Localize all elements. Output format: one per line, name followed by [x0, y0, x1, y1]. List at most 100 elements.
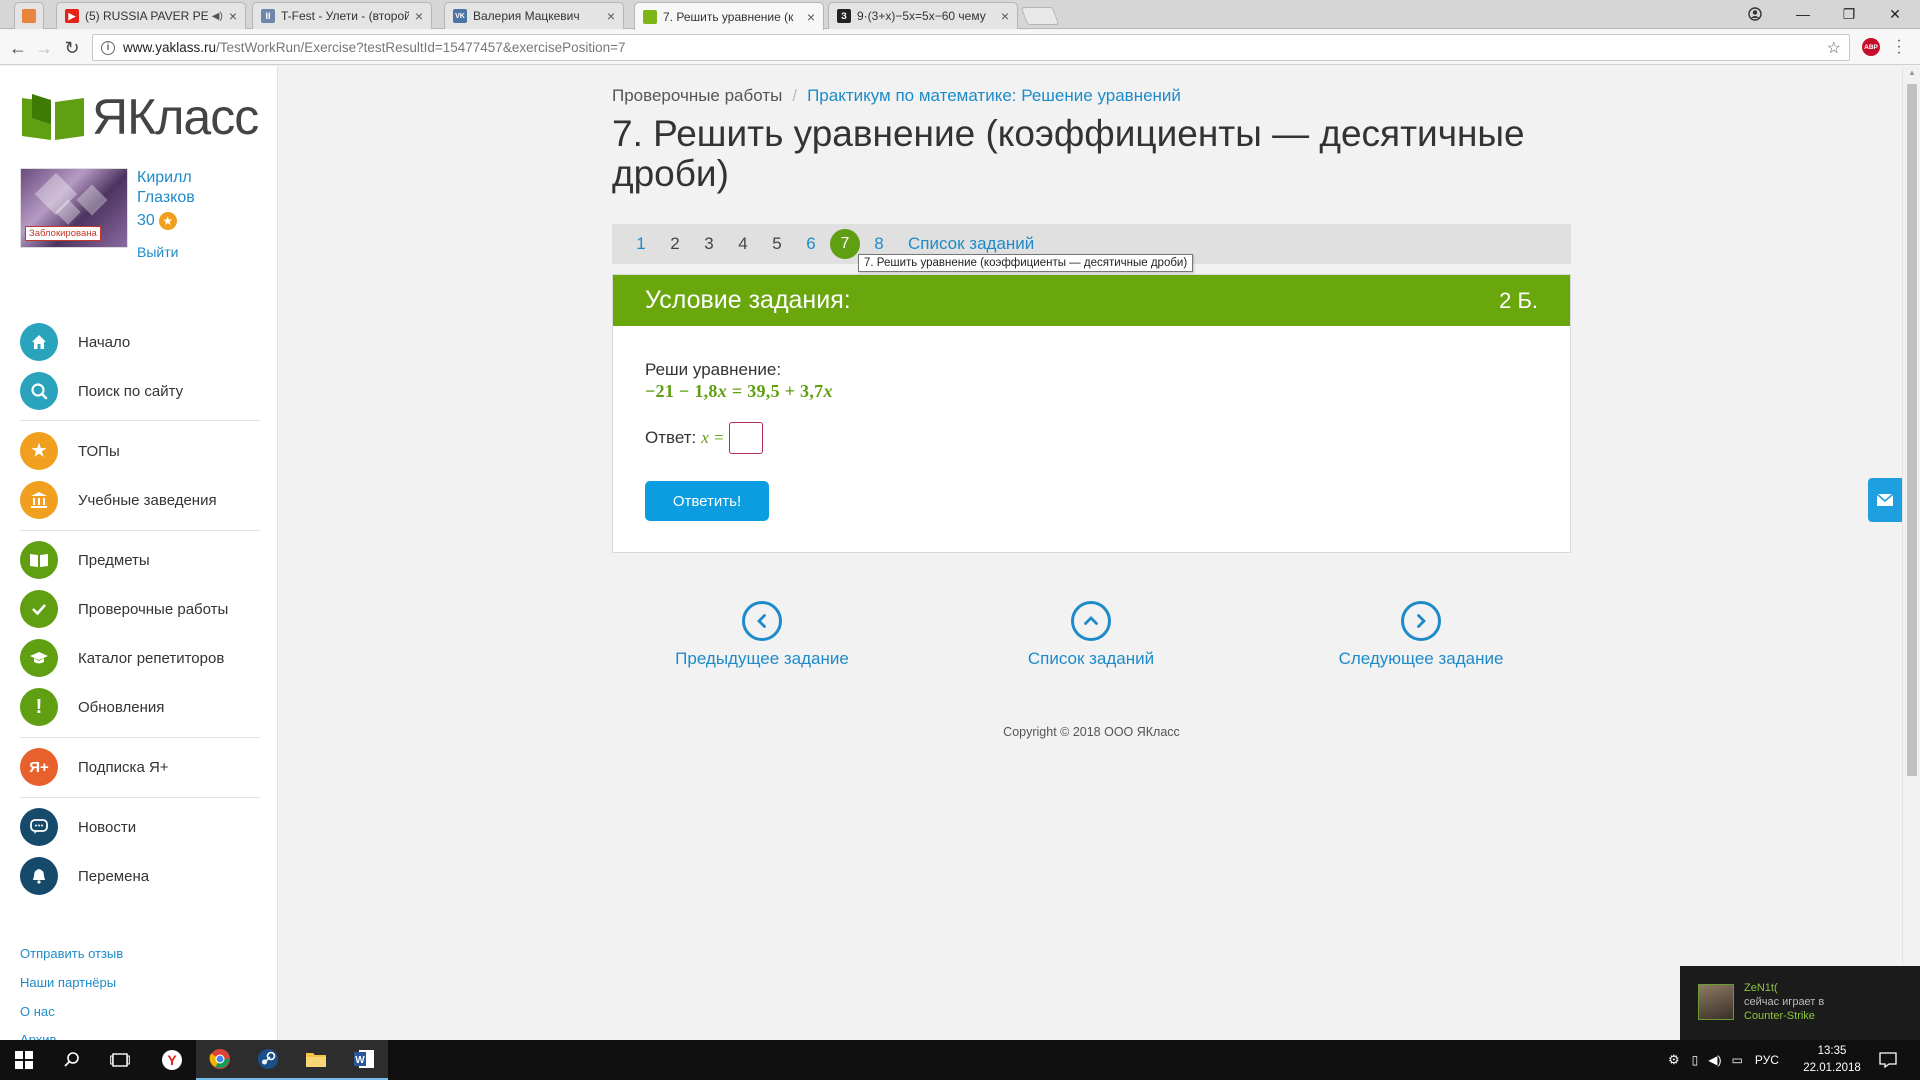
sidebar-item-label: Проверочные работы: [78, 600, 229, 618]
url-field[interactable]: i www.yaklass.ru /TestWorkRun/Exercise?t…: [92, 34, 1850, 61]
browser-tab[interactable]: ▶ (5) RUSSIA PAVER РЕ ◀) ×: [56, 2, 246, 29]
breadcrumb-root[interactable]: Проверочные работы: [612, 86, 782, 106]
file-explorer-icon[interactable]: [292, 1040, 340, 1080]
browser-menu-icon[interactable]: · · ·: [1894, 33, 1904, 61]
user-name[interactable]: Кирилл Глазков: [137, 168, 267, 208]
next-task-link[interactable]: Следующее задание: [1301, 601, 1541, 669]
profile-icon[interactable]: [1732, 0, 1778, 28]
tab-favicon: II: [261, 9, 275, 23]
sidebar-item-subjects[interactable]: Предметы: [20, 540, 260, 580]
sidebar-item-label: Поиск по сайту: [78, 382, 184, 400]
browser-tab[interactable]: II T-Fest - Улети - (второй ×: [252, 2, 432, 29]
sidebar-item-label: Каталог репетиторов: [78, 649, 225, 667]
breadcrumb-current[interactable]: Практикум по математике: Решение уравнен…: [807, 86, 1181, 106]
sidebar-item-updates[interactable]: ! Обновления: [20, 687, 260, 727]
logo-text: ЯКласс: [92, 89, 259, 145]
site-info-icon[interactable]: i: [101, 40, 115, 55]
sidebar-item-tops[interactable]: ★ ТОПы: [20, 431, 260, 471]
bookmark-star-icon[interactable]: ☆: [1827, 38, 1841, 58]
restore-button[interactable]: ❐: [1826, 0, 1872, 28]
sidebar-item-tutors[interactable]: Каталог репетиторов: [20, 638, 260, 678]
divider: [20, 420, 260, 421]
usb-icon[interactable]: ▯: [1692, 1053, 1699, 1067]
sidebar-item-news[interactable]: Новости: [20, 807, 260, 847]
sidebar-item-home[interactable]: Начало: [20, 322, 260, 362]
bell-icon: [20, 857, 58, 895]
steam-icon[interactable]: [244, 1040, 292, 1080]
pager-item-6[interactable]: 6: [794, 234, 828, 254]
notifications-icon[interactable]: [1864, 1040, 1912, 1080]
partners-link[interactable]: Наши партнёры: [20, 975, 116, 990]
page-scrollbar[interactable]: ▲: [1902, 66, 1920, 1040]
youtube-icon: ▶: [65, 9, 79, 23]
task-view-icon[interactable]: [96, 1040, 144, 1080]
pager-item-1[interactable]: 1: [624, 234, 658, 254]
new-tab-button[interactable]: [1020, 7, 1060, 25]
sidebar-item-search[interactable]: Поиск по сайту: [20, 371, 260, 411]
volume-icon[interactable]: ◀): [1708, 1053, 1721, 1067]
pager-item-2[interactable]: 2: [658, 234, 692, 254]
pager-item-8[interactable]: 8: [862, 234, 896, 254]
vk-icon: VK: [453, 9, 467, 23]
network-icon[interactable]: ▭: [1732, 1053, 1743, 1067]
tab-close-icon[interactable]: ×: [415, 8, 423, 24]
close-window-button[interactable]: ✕: [1872, 0, 1918, 28]
language-indicator[interactable]: РУС: [1755, 1053, 1779, 1067]
tab-label: 7. Решить уравнение (к: [663, 9, 794, 24]
prev-task-link[interactable]: Предыдущее задание: [642, 601, 882, 669]
windows-start-icon[interactable]: [0, 1040, 48, 1080]
back-icon[interactable]: ←: [6, 36, 30, 60]
forward-icon[interactable]: →: [32, 36, 56, 60]
pager-item-5[interactable]: 5: [760, 234, 794, 254]
submit-answer-button[interactable]: Ответить!: [645, 481, 769, 521]
tab-label: Валерия Мацкевич: [473, 9, 580, 23]
steam-notification[interactable]: ZeN1t( сейчас играет в Counter-Strike: [1680, 966, 1920, 1040]
star-icon: ★: [20, 432, 58, 470]
browser-tab[interactable]: VK Валерия Мацкевич ×: [444, 2, 624, 29]
sidebar-item-subscription[interactable]: Я+ Подписка Я+: [20, 747, 260, 787]
sidebar-item-tests[interactable]: Проверочные работы: [20, 589, 260, 629]
browser-tab[interactable]: З 9·(3+x)−5x=5x−60 чему ×: [828, 2, 1018, 29]
answer-input[interactable]: [728, 422, 763, 454]
word-icon[interactable]: W: [340, 1040, 388, 1080]
pager-tooltip: 7. Решить уравнение (коэффициенты — деся…: [858, 254, 1194, 272]
yandex-browser-icon[interactable]: Y: [148, 1040, 196, 1080]
clock[interactable]: 13:35 22.01.2018: [1800, 1043, 1864, 1077]
sidebar-item-label: Подписка Я+: [78, 758, 169, 776]
reload-icon[interactable]: ↻: [60, 36, 84, 60]
logout-link[interactable]: Выйти: [137, 244, 178, 260]
pager-item-current[interactable]: 7: [830, 229, 860, 259]
tab-close-icon[interactable]: ×: [1001, 8, 1009, 24]
equation: −21 − 1,8x = 39,5 + 3,7x: [645, 381, 833, 401]
pager-item-4[interactable]: 4: [726, 234, 760, 254]
steam-tray-icon[interactable]: ⚙: [1668, 1052, 1680, 1068]
adblock-icon[interactable]: ABP: [1862, 38, 1880, 56]
sidebar-item-break[interactable]: Перемена: [20, 856, 260, 896]
tab-close-icon[interactable]: ×: [229, 8, 237, 24]
school-icon: [20, 481, 58, 519]
feedback-mail-button[interactable]: [1868, 478, 1902, 522]
about-link[interactable]: О нас: [20, 1004, 55, 1019]
minimize-button[interactable]: —: [1780, 0, 1826, 28]
yaklass-favicon-icon: [643, 9, 657, 24]
tab-label: 9·(3+x)−5x=5x−60 чему: [857, 9, 986, 23]
search-icon[interactable]: [48, 1040, 96, 1080]
tab-close-icon[interactable]: ×: [607, 8, 615, 24]
user-score[interactable]: 30 ★: [137, 212, 177, 230]
chrome-icon[interactable]: [196, 1040, 244, 1080]
task-list-link[interactable]: Список заданий: [908, 234, 1034, 254]
scrollbar-thumb[interactable]: [1907, 84, 1917, 776]
pager-item-3[interactable]: 3: [692, 234, 726, 254]
scroll-up-icon[interactable]: ▲: [1908, 68, 1916, 77]
avatar[interactable]: Заблокирована: [20, 168, 128, 248]
task-list-bottom-link[interactable]: Список заданий: [971, 601, 1211, 669]
browser-tab-active[interactable]: 7. Решить уравнение (к ×: [634, 2, 824, 30]
archive-link[interactable]: Архив: [20, 1032, 56, 1040]
feedback-link[interactable]: Отправить отзыв: [20, 946, 123, 961]
sidebar-item-schools[interactable]: Учебные заведения: [20, 480, 260, 520]
browser-tab-pinned[interactable]: [14, 2, 44, 29]
tab-close-icon[interactable]: ×: [807, 9, 815, 25]
site-logo[interactable]: ЯКласс: [20, 88, 259, 146]
browser-tab-strip: ▶ (5) RUSSIA PAVER РЕ ◀) × II T-Fest - У…: [0, 0, 1920, 30]
sidebar-item-label: Новости: [78, 818, 137, 836]
